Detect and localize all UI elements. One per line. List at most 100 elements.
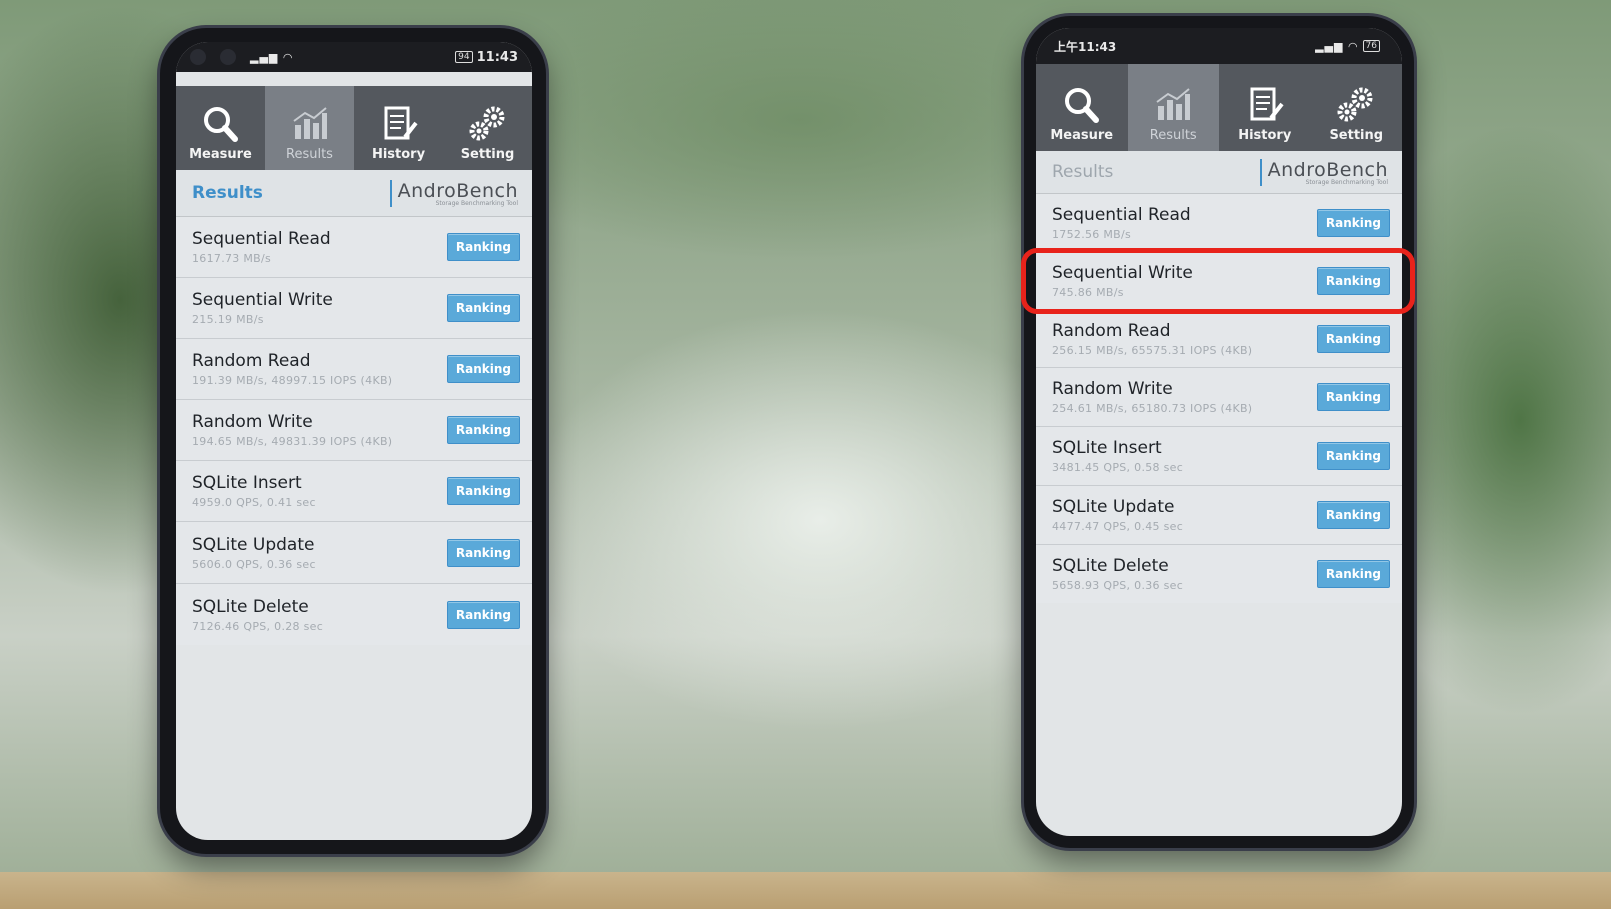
androbench-logo: AndroBench Storage Benchmarking Tool [1259, 158, 1402, 186]
result-value: 215.19 MB/s [192, 313, 264, 326]
tab-bar: Measure Results History Setting [176, 86, 532, 170]
tab-label: Results [286, 147, 333, 162]
result-row-sqlite-delete: SQLite Delete 7126.46 QPS, 0.28 sec Ranki… [176, 584, 532, 645]
result-title: SQLite Insert [192, 473, 302, 493]
tab-label: History [371, 147, 426, 162]
result-value: 7126.46 QPS, 0.28 sec [192, 619, 324, 633]
search-icon [1064, 88, 1099, 123]
page-title: Results [192, 183, 263, 203]
tab-setting[interactable]: Setting [443, 86, 532, 170]
right-phone: 上午11:43 ▂▄▆ ◠ 76 Measure Results History… [1024, 16, 1414, 848]
result-row-sqlite-delete: SQLite Delete 5658.93 QPS, 0.36 sec Ranki… [1036, 545, 1402, 603]
battery-icon: 94 [455, 51, 473, 63]
tab-label: Setting [1329, 128, 1384, 143]
gear-icon [1337, 87, 1373, 122]
results-header: Results AndroBench Storage Benchmarking … [1036, 151, 1402, 194]
front-camera-2 [220, 49, 236, 65]
ranking-button[interactable]: Ranking [1316, 208, 1390, 237]
signal-icon: ▂▄▆ ◠ [250, 50, 294, 64]
ranking-button[interactable]: Ranking [1316, 560, 1390, 588]
result-title: SQLite Delete [1052, 556, 1169, 576]
result-title: SQLite Insert [1052, 438, 1162, 458]
tab-results[interactable]: Results [1127, 64, 1219, 151]
status-bar: ▂▄▆ ◠ 94 11:43 [176, 42, 532, 72]
result-title: Random Write [192, 412, 313, 432]
result-value: 5658.93 QPS, 0.36 sec [1052, 579, 1184, 592]
result-value: 256.15 MB/s, 65575.31 IOPS (4KB) [1052, 343, 1253, 357]
result-row-sequential-read: Sequential Read 1617.73 MB/s Ranking [176, 217, 532, 278]
androbench-logo: AndroBench Storage Benchmarking Tool [389, 179, 532, 207]
logo-text: AndroBench [397, 179, 518, 202]
result-row-random-write: Random Write 254.61 MB/s, 65180.73 IOPS (… [1036, 368, 1402, 427]
ranking-button[interactable]: Ranking [1316, 383, 1390, 411]
result-value: 194.65 MB/s, 49831.39 IOPS (4KB) [192, 435, 393, 448]
tab-label: Measure [1050, 128, 1114, 143]
result-title: SQLite Update [192, 534, 315, 555]
chart-icon [1156, 88, 1191, 120]
result-title: Sequential Read [1052, 204, 1191, 225]
page-title: Results [1052, 162, 1114, 182]
result-value: 191.39 MB/s, 48997.15 IOPS (4KB) [192, 374, 393, 387]
tab-history[interactable]: History [1219, 64, 1311, 151]
ranking-button[interactable]: Ranking [446, 416, 520, 444]
ranking-button[interactable]: Ranking [1316, 324, 1390, 353]
ranking-button[interactable]: Ranking [1316, 442, 1390, 470]
result-title: Random Read [1052, 320, 1171, 341]
ranking-button[interactable]: Ranking [446, 477, 520, 505]
tab-label: History [1238, 128, 1292, 143]
left-phone-screen: ▂▄▆ ◠ 94 11:43 Measure Results History S… [176, 42, 532, 840]
ranking-button[interactable]: Ranking [446, 294, 520, 322]
ranking-button[interactable]: Ranking [446, 355, 520, 383]
tab-label: Results [1149, 128, 1197, 143]
result-title: Sequential Write [192, 290, 333, 310]
result-value: 3481.45 QPS, 0.58 sec [1052, 461, 1184, 474]
tab-label: Setting [460, 147, 515, 162]
gear-icon [469, 106, 504, 141]
result-row-random-write: Random Write 194.65 MB/s, 49831.39 IOPS (… [176, 400, 532, 461]
status-bar: 上午11:43 ▂▄▆ ◠ 76 [1036, 28, 1402, 64]
result-title: SQLite Delete [192, 596, 309, 617]
result-value: 4477.47 QPS, 0.45 sec [1052, 520, 1184, 533]
results-header: Results AndroBench Storage Benchmarking … [176, 170, 532, 217]
sequential-write-highlight [1021, 248, 1415, 314]
document-icon [1250, 87, 1284, 121]
result-value: 4959.0 QPS, 0.41 sec [192, 496, 316, 509]
ranking-button[interactable]: Ranking [446, 538, 520, 567]
tab-history[interactable]: History [354, 86, 443, 170]
result-value: 5606.0 QPS, 0.36 sec [192, 557, 316, 571]
result-value: 254.61 MB/s, 65180.73 IOPS (4KB) [1052, 402, 1253, 415]
result-row-random-read: Random Read 191.39 MB/s, 48997.15 IOPS (4… [176, 339, 532, 400]
result-title: Random Read [192, 351, 311, 371]
result-title: Random Write [1052, 379, 1173, 399]
results-list: Sequential Read 1617.73 MB/s Ranking Sequ… [176, 217, 532, 645]
signal-icon: ▂▄▆ ◠ [1315, 39, 1359, 53]
status-time: 上午11:43 [1054, 39, 1117, 54]
result-value: 1752.56 MB/s [1052, 227, 1132, 241]
status-time: 11:43 [476, 49, 518, 65]
tab-label: Measure [189, 147, 252, 162]
ranking-button[interactable]: Ranking [1316, 501, 1390, 529]
result-row-random-read: Random Read 256.15 MB/s, 65575.31 IOPS (4… [1036, 310, 1402, 368]
tab-measure[interactable]: Measure [1036, 64, 1128, 151]
tab-measure[interactable]: Measure [176, 86, 265, 170]
result-row-sqlite-insert: SQLite Insert 3481.45 QPS, 0.58 sec Ranki… [1036, 427, 1402, 486]
right-phone-screen: 上午11:43 ▂▄▆ ◠ 76 Measure Results History… [1036, 28, 1402, 836]
ranking-button[interactable]: Ranking [446, 600, 520, 629]
tab-results[interactable]: Results [265, 86, 354, 170]
tab-setting[interactable]: Setting [1311, 64, 1403, 151]
result-row-sqlite-update: SQLite Update 4477.47 QPS, 0.45 sec Ranki… [1036, 486, 1402, 545]
search-icon [203, 107, 238, 142]
chart-icon [292, 107, 327, 139]
result-row-sequential-read: Sequential Read 1752.56 MB/s Ranking [1036, 194, 1402, 252]
front-camera [190, 49, 206, 65]
table-surface [0, 872, 1611, 909]
result-title: SQLite Update [1052, 497, 1175, 517]
document-icon [384, 106, 418, 140]
tab-bar: Measure Results History Setting [1036, 64, 1402, 151]
left-phone: ▂▄▆ ◠ 94 11:43 Measure Results History S… [160, 28, 546, 854]
result-row-sqlite-update: SQLite Update 5606.0 QPS, 0.36 sec Rankin… [176, 522, 532, 584]
result-row-sequential-write: Sequential Write 215.19 MB/s Ranking [176, 278, 532, 339]
ranking-button[interactable]: Ranking [446, 233, 520, 261]
result-title: Sequential Read [192, 229, 331, 249]
battery-icon: 76 [1362, 40, 1380, 52]
